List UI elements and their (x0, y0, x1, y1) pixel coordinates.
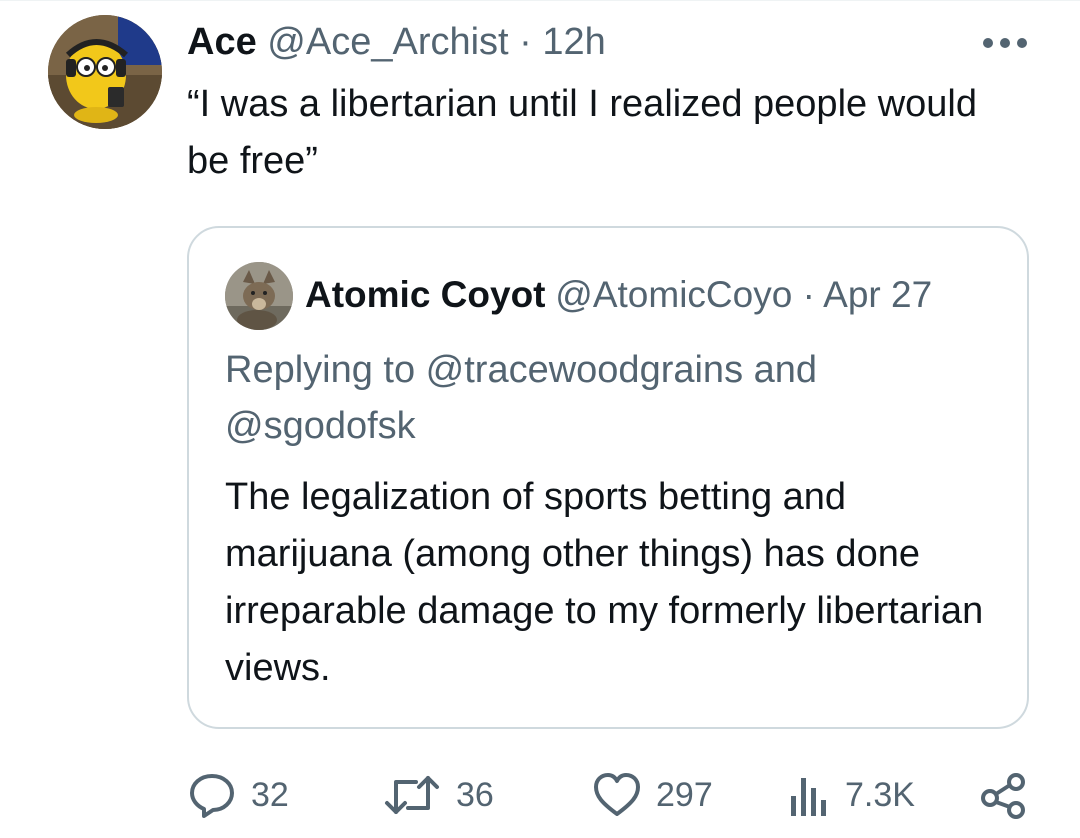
like-button[interactable]: 297 (592, 770, 713, 820)
retweet-count: 36 (456, 775, 494, 814)
share-icon (981, 773, 1025, 819)
like-count: 297 (656, 775, 713, 814)
quoted-tweet-date[interactable]: Apr 27 (823, 274, 932, 315)
tweet-time[interactable]: 12h (542, 21, 605, 63)
views-button[interactable]: 7.3K (787, 770, 915, 820)
header-separator: · (519, 21, 532, 63)
replying-to-text: Replying to @tracewoodgrains and @sgodof… (225, 349, 818, 447)
like-icon (594, 773, 640, 816)
reply-icon (190, 774, 234, 818)
quoted-tweet-header: Atomic Coyote @AtomicCoyo · Apr 27 (305, 270, 1005, 320)
top-divider (0, 0, 1080, 1)
author-name[interactable]: Ace (187, 21, 257, 63)
quoted-author-handle[interactable]: @AtomicCoyo (555, 274, 792, 315)
quoted-author-avatar[interactable] (225, 262, 293, 330)
retweet-button[interactable]: 36 (382, 770, 494, 820)
tweet-header: Ace @Ace_Archist · 12h (187, 18, 606, 66)
quoted-author-name[interactable]: Atomic Coyote (305, 270, 545, 320)
tweet-text: “I was a libertarian until I realized pe… (187, 83, 977, 182)
reply-count: 32 (251, 775, 289, 814)
share-button[interactable] (978, 770, 1028, 820)
jake-dog-avatar-image (48, 15, 162, 129)
views-icon (791, 778, 826, 816)
reply-button[interactable]: 32 (187, 770, 289, 820)
quoted-tweet-card[interactable]: Atomic Coyote @AtomicCoyo · Apr 27 Reply… (187, 226, 1029, 729)
quoted-tweet-text: The legalization of sports betting and m… (225, 476, 984, 689)
author-avatar[interactable] (48, 15, 162, 129)
coyote-avatar-image (225, 262, 293, 330)
tweet-action-bar: 32 36 297 7.3K (0, 760, 1080, 830)
retweet-icon (385, 776, 439, 814)
author-handle[interactable]: @Ace_Archist (267, 21, 508, 63)
views-count: 7.3K (845, 775, 915, 814)
quoted-header-separator: · (802, 274, 815, 315)
more-horizontal-icon[interactable] (982, 36, 1028, 50)
